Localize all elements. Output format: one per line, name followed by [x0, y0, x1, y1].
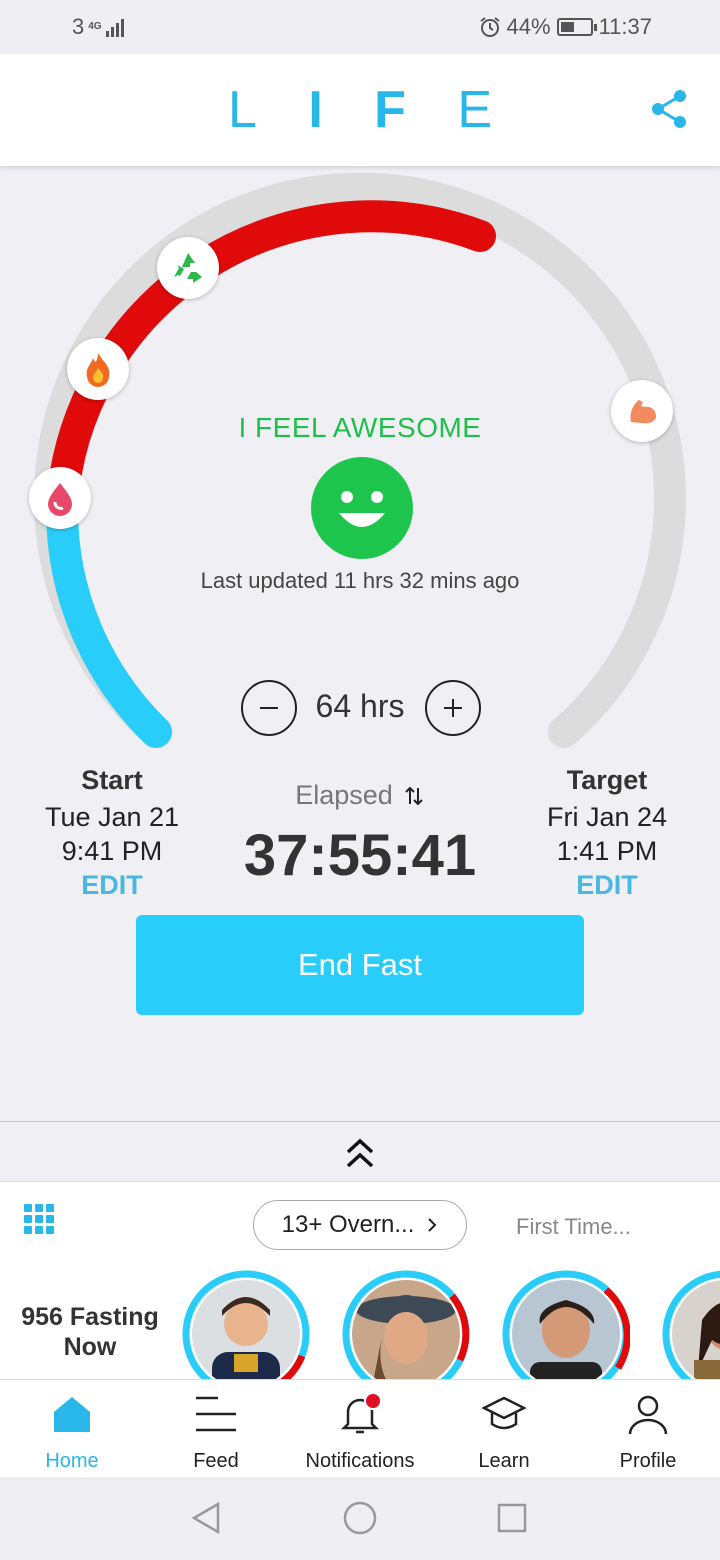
plus-icon [444, 699, 462, 717]
network-label: 4G [88, 21, 102, 32]
nav-label: Notifications [305, 1450, 415, 1472]
nav-label: Feed [193, 1450, 239, 1472]
nav-feed[interactable]: Feed [144, 1380, 288, 1478]
increase-hours-button[interactable] [425, 680, 481, 736]
edit-start-button[interactable]: EDIT [12, 870, 212, 901]
decrease-hours-button[interactable] [241, 680, 297, 736]
section-divider [0, 1121, 720, 1122]
fat-burning-icon[interactable] [67, 338, 129, 400]
filter-label: 13+ Overn... [281, 1211, 415, 1238]
autophagy-icon[interactable] [157, 237, 219, 299]
target-info: Target Fri Jan 24 1:41 PM EDIT [507, 765, 707, 901]
nav-label: Learn [478, 1450, 530, 1472]
circle-filter-pill[interactable]: 13+ Overn... [253, 1200, 467, 1250]
leopard-woman-avatar[interactable] [662, 1270, 720, 1379]
community-panel: 13+ Overn... First Time... 956 Fasting N… [0, 1181, 720, 1379]
target-time: 1:41 PM [556, 836, 658, 866]
start-info: Start Tue Jan 21 9:41 PM EDIT [12, 765, 212, 901]
goal-hours: 64 hrs [315, 688, 405, 724]
logo-letter: F [374, 81, 406, 139]
logo-letter: L [228, 81, 257, 139]
chevron-right-icon [428, 1218, 437, 1232]
muscle-icon[interactable] [611, 380, 673, 442]
last-updated-text: Last updated 11 hrs 32 mins ago [200, 568, 520, 593]
battery-percent: 44% [506, 14, 551, 39]
app-header: L I F E [0, 54, 720, 166]
fasting-now-count: 956 Fasting Now [21, 1303, 159, 1361]
swap-icon [405, 786, 423, 805]
child-avatar[interactable] [182, 1270, 310, 1379]
nav-notifications[interactable]: Notifications [288, 1380, 432, 1478]
elapsed-label: Elapsed [295, 780, 393, 810]
battery-icon [556, 18, 597, 36]
elapsed-timer: 37:55:41 [243, 823, 477, 888]
signal-area: 3 4G [72, 14, 128, 40]
recents-icon[interactable] [497, 1503, 527, 1533]
target-date: Fri Jan 24 [546, 802, 668, 832]
start-time: 9:41 PM [61, 836, 163, 866]
bottom-nav: Home Feed Notifications Learn Profile [0, 1379, 720, 1477]
home-circle-icon[interactable] [343, 1501, 377, 1535]
happy-face-icon[interactable] [311, 457, 413, 559]
nav-profile[interactable]: Profile [576, 1380, 720, 1478]
start-title: Start [81, 765, 143, 795]
edit-target-button[interactable]: EDIT [507, 870, 707, 901]
blood-sugar-icon[interactable] [29, 467, 91, 529]
system-nav-bar [0, 1477, 720, 1560]
status-right: 44% 11:37 [479, 14, 652, 40]
target-title: Target [566, 765, 648, 795]
bell-icon [338, 1392, 382, 1436]
minus-icon [260, 707, 278, 709]
carrier-label: 3 [72, 14, 85, 39]
elapsed-toggle[interactable]: Elapsed [250, 780, 470, 811]
start-date: Tue Jan 21 [44, 802, 180, 832]
logo-letter: I [308, 81, 323, 139]
graduation-cap-icon [481, 1392, 527, 1436]
first-time-filter[interactable]: First Time... [516, 1214, 631, 1240]
signal-icon [105, 19, 124, 37]
back-icon[interactable] [190, 1501, 222, 1535]
nav-learn[interactable]: Learn [432, 1380, 576, 1478]
end-fast-button[interactable]: End Fast [136, 915, 584, 1015]
grid-menu-icon[interactable] [24, 1204, 54, 1234]
home-icon [50, 1392, 94, 1436]
feeling-label: I FEEL AWESOME [238, 412, 482, 443]
expand-up-icon[interactable] [340, 1136, 380, 1170]
hat-woman-avatar[interactable] [342, 1270, 470, 1379]
nav-label: Profile [619, 1450, 677, 1472]
alarm-icon [479, 17, 500, 37]
status-bar: 3 4G 44% 11:37 [0, 0, 720, 54]
nav-label: Home [45, 1450, 99, 1472]
person-icon [626, 1392, 670, 1436]
life-logo: L I F E [228, 84, 492, 136]
clock: 11:37 [598, 14, 652, 39]
notification-badge [364, 1392, 382, 1410]
share-icon[interactable] [648, 88, 690, 130]
nav-home[interactable]: Home [0, 1380, 144, 1478]
feed-icon [194, 1392, 238, 1436]
logo-letter: E [457, 81, 492, 139]
beach-woman-avatar[interactable] [502, 1270, 630, 1379]
